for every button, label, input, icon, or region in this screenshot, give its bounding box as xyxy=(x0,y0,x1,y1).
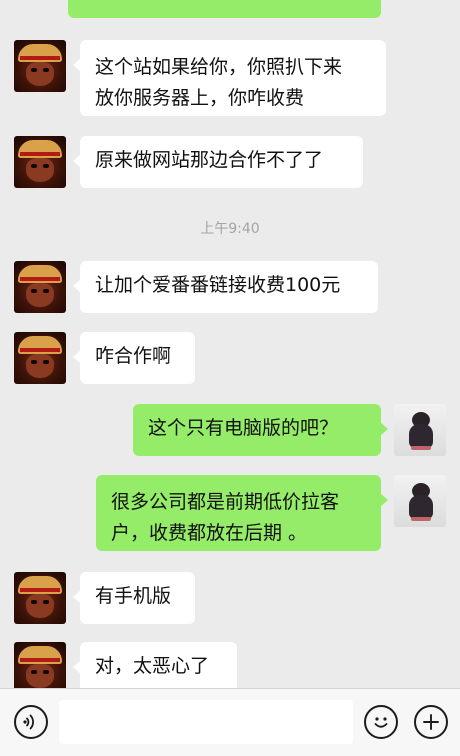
emoji-icon xyxy=(374,717,388,728)
message-text-line: 有手机版 xyxy=(95,585,172,607)
my-avatar[interactable] xyxy=(394,404,446,456)
message-timestamp: 上午9:40 xyxy=(200,221,260,237)
more-button[interactable] xyxy=(414,705,448,739)
plus-icon xyxy=(423,714,439,730)
message-text-line: 原来做网站那边合作不了了 xyxy=(95,149,324,171)
incoming-message-bubble[interactable]: 咋合作啊 xyxy=(73,332,195,384)
incoming-message-bubble[interactable]: 原来做网站那边合作不了了 xyxy=(73,136,363,188)
incoming-message-bubble[interactable]: 这个站如果给你，你照扒下来 放你服务器上，你咋收费 xyxy=(73,40,386,116)
message-text-line: 咋合作啊 xyxy=(95,345,172,367)
outgoing-message-bubble[interactable]: 很多公司都是前期低价拉客 户，收费都放在后期 。 xyxy=(96,475,388,551)
message-input[interactable] xyxy=(59,700,353,744)
message-text-line: 让加个爱番番链接收费100元 xyxy=(95,274,341,296)
chat-area[interactable]: 这个站如果给你，你照扒下来 放你服务器上，你咋收费 原来做网站那边合作不了了 上… xyxy=(0,0,460,688)
message-text-line: 这个站如果给你，你照扒下来 xyxy=(95,56,343,78)
contact-avatar[interactable] xyxy=(14,572,66,624)
voice-icon xyxy=(23,714,34,730)
outgoing-message-bubble[interactable]: 这个只有电脑版的吧？ xyxy=(133,404,388,456)
incoming-message-bubble[interactable]: 有手机版 xyxy=(73,572,195,624)
contact-avatar[interactable] xyxy=(14,40,66,92)
incoming-message-bubble[interactable]: 对，太恶心了 xyxy=(73,642,237,688)
incoming-message-bubble[interactable]: 让加个爱番番链接收费100元 xyxy=(73,261,378,313)
contact-avatar[interactable] xyxy=(14,261,66,313)
emoji-button[interactable] xyxy=(364,705,398,739)
message-text-line: 放你服务器上，你咋收费 xyxy=(95,87,305,109)
contact-avatar[interactable] xyxy=(14,332,66,384)
voice-button[interactable] xyxy=(14,705,48,739)
input-bar xyxy=(0,688,460,756)
my-avatar[interactable] xyxy=(394,475,446,527)
message-text-line: 对，太恶心了 xyxy=(95,655,210,677)
contact-avatar[interactable] xyxy=(14,642,66,688)
message-text-line: 很多公司都是前期低价拉客 xyxy=(111,491,340,513)
message-text-line: 这个只有电脑版的吧？ xyxy=(148,417,339,439)
partial-outgoing-bubble xyxy=(68,0,381,18)
contact-avatar[interactable] xyxy=(14,136,66,188)
message-text-line: 户，收费都放在后期 。 xyxy=(111,522,308,544)
